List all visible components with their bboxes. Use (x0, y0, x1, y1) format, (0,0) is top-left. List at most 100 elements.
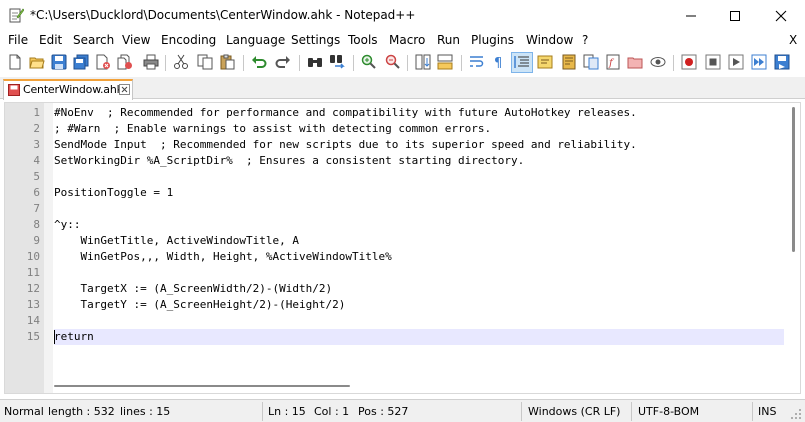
status-separator (752, 402, 753, 421)
show-all-characters-icon[interactable]: ¶ (491, 54, 507, 70)
menu-macro[interactable]: Macro (389, 33, 425, 47)
menu-run[interactable]: Run (437, 33, 460, 47)
code-line[interactable]: TargetY := (A_ScreenHeight/2)-(Height/2) (54, 297, 784, 313)
status-eol[interactable]: Windows (CR LF) (528, 405, 620, 418)
new-file-icon[interactable] (7, 54, 23, 70)
document-map-icon[interactable] (561, 54, 577, 70)
line-number: 4 (33, 154, 40, 167)
menu-settings[interactable]: Settings (291, 33, 340, 47)
code-line[interactable]: ^y:: (54, 217, 784, 233)
language-icon[interactable] (537, 54, 553, 70)
menu-edit[interactable]: Edit (39, 33, 62, 47)
close-document-button[interactable]: X (789, 33, 797, 47)
line-number: 15 (26, 330, 40, 343)
line-number: 8 (33, 218, 40, 231)
save-icon[interactable] (51, 54, 67, 70)
resize-grip-icon[interactable] (790, 408, 802, 420)
menu-tools[interactable]: Tools (348, 33, 378, 47)
zoom-out-icon[interactable] (385, 54, 401, 70)
print-icon[interactable] (143, 54, 159, 70)
code-line[interactable] (54, 313, 784, 329)
window-title: *C:\Users\Ducklord\Documents\CenterWindo… (30, 8, 416, 22)
status-line-number: Ln : 15 (268, 405, 306, 418)
undo-icon[interactable] (251, 54, 267, 70)
code-line[interactable]: SendMode Input ; Recommended for new scr… (54, 137, 784, 153)
save-macro-icon[interactable] (774, 54, 790, 70)
status-position: Pos : 527 (358, 405, 409, 418)
menu-encoding[interactable]: Encoding (161, 33, 216, 47)
stop-macro-icon[interactable] (705, 54, 721, 70)
code-line[interactable]: #NoEnv ; Recommended for performance and… (54, 105, 784, 121)
tab-close-icon[interactable] (119, 84, 130, 95)
status-separator (631, 402, 632, 421)
tab-label: CenterWindow.ahk (23, 83, 123, 96)
document-list-icon[interactable] (583, 54, 599, 70)
maximize-button[interactable] (712, 0, 758, 31)
close-all-icon[interactable] (117, 54, 133, 70)
notepad-plus-plus-app-icon[interactable] (8, 7, 24, 23)
close-window-button[interactable] (758, 0, 804, 31)
toolbar-separator (353, 55, 354, 71)
status-insert-mode[interactable]: INS (758, 405, 776, 418)
redo-icon[interactable] (275, 54, 291, 70)
code-line[interactable]: WinGetPos,,, Width, Height, %ActiveWindo… (54, 249, 784, 265)
tab-centerwindow-ahk[interactable]: CenterWindow.ahk (3, 79, 133, 100)
code-editor[interactable]: 1 #NoEnv ; Recommended for performance an… (4, 102, 801, 394)
function-list-icon[interactable]: f (605, 54, 621, 70)
status-encoding[interactable]: UTF-8-BOM (638, 405, 699, 418)
menu-language[interactable]: Language (226, 33, 285, 47)
menu-window[interactable]: Window (526, 33, 573, 47)
find-icon[interactable] (307, 54, 323, 70)
word-wrap-icon[interactable] (469, 54, 485, 70)
replace-icon[interactable] (329, 54, 345, 70)
sync-vertical-icon[interactable] (415, 54, 431, 70)
status-separator (262, 402, 263, 421)
copy-icon[interactable] (197, 54, 213, 70)
line-number: 13 (26, 298, 40, 311)
menu-view[interactable]: View (122, 33, 150, 47)
record-macro-icon[interactable] (681, 54, 697, 70)
code-line[interactable] (54, 201, 784, 217)
close-file-icon[interactable] (95, 54, 111, 70)
minimize-button[interactable] (668, 0, 714, 31)
cut-icon[interactable] (173, 54, 189, 70)
toolbar: ¶ f (0, 51, 805, 75)
monitoring-icon[interactable] (650, 54, 666, 70)
code-line[interactable]: TargetX := (A_ScreenWidth/2)-(Width/2) (54, 281, 784, 297)
zoom-in-icon[interactable] (361, 54, 377, 70)
close-icon (775, 10, 787, 21)
paste-icon[interactable] (219, 54, 235, 70)
menu-file[interactable]: File (8, 33, 28, 47)
minimize-icon (686, 15, 696, 16)
svg-text:¶: ¶ (494, 56, 502, 70)
open-file-icon[interactable] (29, 54, 45, 70)
vertical-scrollbar[interactable] (788, 103, 800, 379)
status-column: Col : 1 (314, 405, 350, 418)
run-macro-multiple-icon[interactable] (751, 54, 767, 70)
menu-help[interactable]: ? (582, 33, 588, 47)
horizontal-scrollbar-thumb[interactable] (54, 385, 350, 387)
horizontal-scrollbar[interactable] (54, 379, 788, 393)
line-number: 9 (33, 234, 40, 247)
menu-search[interactable]: Search (73, 33, 114, 47)
code-line[interactable]: SetWorkingDir %A_ScriptDir% ; Ensures a … (54, 153, 784, 169)
code-line[interactable] (54, 265, 784, 281)
status-file-type: Normal (4, 405, 44, 418)
save-all-icon[interactable] (73, 54, 89, 70)
code-line[interactable] (54, 169, 784, 185)
menu-plugins[interactable]: Plugins (471, 33, 514, 47)
vertical-scrollbar-thumb[interactable] (792, 107, 795, 252)
code-line[interactable]: PositionToggle = 1 (54, 185, 784, 201)
folder-workspace-icon[interactable] (627, 54, 643, 70)
code-line[interactable]: WinGetTitle, ActiveWindowTitle, A (54, 233, 784, 249)
code-line[interactable]: ; #Warn ; Enable warnings to assist with… (54, 121, 784, 137)
sync-horizontal-icon[interactable] (437, 54, 453, 70)
toolbar-separator (299, 55, 300, 71)
text-caret (54, 330, 55, 344)
indent-guide-icon[interactable] (514, 54, 530, 70)
playback-macro-icon[interactable] (728, 54, 744, 70)
fold-margin[interactable] (44, 103, 53, 393)
line-number: 6 (33, 186, 40, 199)
code-line-current[interactable]: return (54, 329, 784, 345)
toolbar-separator (407, 55, 408, 71)
